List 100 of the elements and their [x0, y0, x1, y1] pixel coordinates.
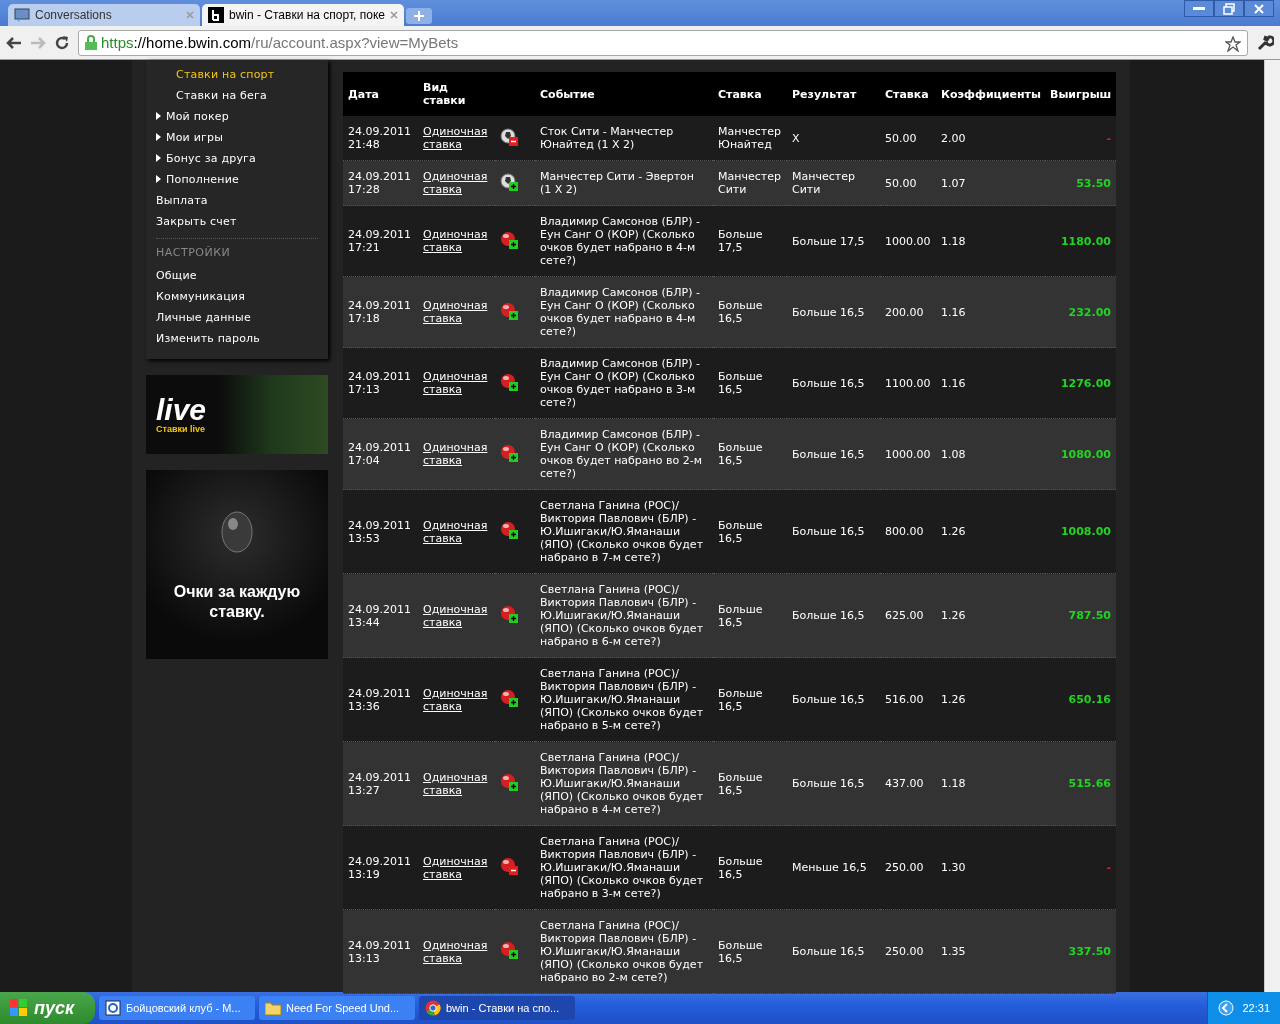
minimize-icon: [1193, 6, 1205, 11]
table-cell: 250.00: [880, 825, 936, 910]
menu-item[interactable]: Изменить пароль: [156, 328, 318, 349]
browser-tab[interactable]: bwin - Ставки на спорт, поке: [202, 4, 404, 26]
new-tab-button[interactable]: [406, 8, 432, 24]
column-header: Событие: [535, 72, 713, 116]
table-cell: Владимир Самсонов (БЛР) - Еун Санг О (КОР) (Сколько очков будет набрано в 3-м сете?): [535, 347, 713, 419]
expand-arrow-icon: [156, 112, 161, 120]
payout-cell: -: [1045, 116, 1116, 161]
table-cell: Больше 16,5: [787, 573, 880, 658]
column-header: Вид ставки: [418, 72, 495, 116]
table-cell: Больше 16,5: [787, 347, 880, 419]
table-cell: Больше 16,5: [713, 418, 787, 490]
table-cell: Светлана Ганина (РОС)/ Виктория Павлович (БЛР) - Ю.Ишигаки/Ю.Яманаши (ЯПО) (Сколько очков будет набрано в 5-м сете?): [535, 657, 713, 742]
table-cell: X: [787, 116, 880, 161]
section-heading: НАСТРОЙКИ: [156, 238, 318, 265]
minimize-button[interactable]: [1184, 0, 1214, 17]
table-cell: 1.26: [936, 489, 1045, 574]
menu-item[interactable]: Общие: [156, 265, 318, 286]
table-cell: Больше 16,5: [713, 909, 787, 994]
restore-button[interactable]: [1214, 0, 1244, 17]
menu-item[interactable]: Мои игры: [156, 127, 318, 148]
close-tab-icon[interactable]: [390, 11, 398, 19]
taskbar-button[interactable]: bwin - Ставки на спо...: [419, 996, 575, 1020]
start-button[interactable]: пуск: [0, 992, 95, 1024]
table-cell: 1.16: [936, 276, 1045, 348]
table-cell: 24.09.2011 13:53: [343, 489, 418, 574]
table-cell: Манчестер Сити - Эвертон (1 X 2): [535, 160, 713, 206]
table-cell: Светлана Ганина (РОС)/ Виктория Павлович (БЛР) - Ю.Ишигаки/Ю.Яманаши (ЯПО) (Сколько очков будет набрано в 4-м сете?): [535, 741, 713, 826]
menu-item[interactable]: Закрыть счет: [156, 211, 318, 232]
column-header: Выигрыш: [1045, 72, 1116, 116]
table-cell: 1.26: [936, 657, 1045, 742]
taskbar-button[interactable]: Need For Speed Und...: [259, 996, 415, 1020]
table-cell: 2.00: [936, 116, 1045, 161]
table-cell: 1000.00: [880, 205, 936, 277]
table-cell: 1.16: [936, 347, 1045, 419]
table-cell: 1.18: [936, 205, 1045, 277]
scrollbar[interactable]: [1264, 60, 1280, 992]
payout-cell: 787.50: [1045, 573, 1116, 658]
table-cell: 24.09.2011 13:19: [343, 825, 418, 910]
taskbar-button[interactable]: Бойцовский клуб - М...: [99, 996, 255, 1020]
table-cell: 24.09.2011 17:13: [343, 347, 418, 419]
table-cell: 437.00: [880, 741, 936, 826]
menu-item[interactable]: Ставки на бега: [156, 85, 318, 106]
table-cell: 50.00: [880, 116, 936, 161]
reload-icon[interactable]: [54, 34, 70, 51]
expand-arrow-icon: [156, 175, 161, 183]
expand-arrow-icon: [156, 154, 161, 162]
table-cell: Меньше 16,5: [787, 825, 880, 910]
table-cell: 50.00: [880, 160, 936, 206]
payout-cell: 337.50: [1045, 909, 1116, 994]
table-cell: Больше 17,5: [713, 205, 787, 277]
table-cell: 200.00: [880, 276, 936, 348]
table-cell: 1.26: [936, 573, 1045, 658]
menu-item[interactable]: Бонус за друга: [156, 148, 318, 169]
table-cell: Владимир Самсонов (БЛР) - Еун Санг О (КОР) (Сколько очков будет набрано в 4-м сете?): [535, 205, 713, 277]
column-header: Ставка: [880, 72, 936, 116]
address-bar[interactable]: https://home.bwin.com/ru/account.aspx?view=MyBets: [78, 29, 1248, 56]
payout-cell: 515.66: [1045, 741, 1116, 826]
close-icon: [1254, 3, 1264, 14]
live-banner[interactable]: live Ставки live: [146, 375, 328, 454]
payout-cell: -: [1045, 825, 1116, 910]
table-cell: 250.00: [880, 909, 936, 994]
menu-item[interactable]: Коммуникация: [156, 286, 318, 307]
payout-cell: 1180.00: [1045, 205, 1116, 277]
column-header: Коэффициенты: [936, 72, 1045, 116]
column-header: Ставка: [713, 72, 787, 116]
table-cell: 1.18: [936, 741, 1045, 826]
restore-icon: [1223, 2, 1235, 15]
table-cell: Больше 16,5: [713, 825, 787, 910]
menu-item[interactable]: Личные данные: [156, 307, 318, 328]
settings-icon[interactable]: [1256, 33, 1274, 52]
table-cell: 24.09.2011 13:44: [343, 573, 418, 658]
table-cell: Больше 16,5: [787, 418, 880, 490]
menu-item[interactable]: Пополнение: [156, 169, 318, 190]
table-cell: 24.09.2011 17:04: [343, 418, 418, 490]
table-cell: Больше 16,5: [787, 657, 880, 742]
banner-title: live: [156, 395, 208, 424]
menu-item[interactable]: Выплата: [156, 190, 318, 211]
payout-cell: 53.50: [1045, 160, 1116, 206]
table-cell: Манчестер Юнайтед: [713, 116, 787, 161]
points-banner[interactable]: Очки за каждую ставку.: [146, 470, 328, 659]
bookmark-star-icon[interactable]: [1225, 33, 1241, 52]
table-cell: Больше 17,5: [787, 205, 880, 277]
chevron-icon[interactable]: [1218, 1000, 1235, 1016]
column-header: Результат: [787, 72, 880, 116]
expand-arrow-icon: [156, 133, 161, 141]
browser-tab[interactable]: Conversations: [8, 4, 200, 26]
windows-logo-icon: [10, 999, 28, 1017]
table-cell: Больше 16,5: [713, 573, 787, 658]
menu-item[interactable]: Ставки на спорт: [156, 64, 318, 85]
table-cell: Больше 16,5: [713, 489, 787, 574]
table-cell: Больше 16,5: [713, 657, 787, 742]
table-cell: Светлана Ганина (РОС)/ Виктория Павлович (БЛР) - Ю.Ишигаки/Ю.Яманаши (ЯПО) (Сколько очков будет набрано в 7-м сете?): [535, 489, 713, 574]
menu-item[interactable]: Мой покер: [156, 106, 318, 127]
back-icon[interactable]: [6, 35, 22, 50]
table-cell: 1100.00: [880, 347, 936, 419]
browser-icon: [105, 1000, 121, 1016]
close-button[interactable]: [1244, 0, 1274, 17]
table-cell: 800.00: [880, 489, 936, 574]
